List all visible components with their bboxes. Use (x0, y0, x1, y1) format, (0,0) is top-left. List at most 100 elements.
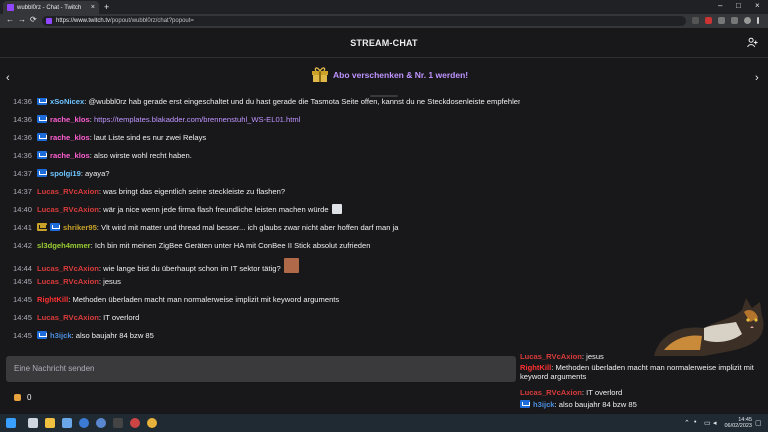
channel-points-value: 0 (27, 393, 32, 402)
banner-text[interactable]: Abo verschenken & Nr. 1 werden! (333, 70, 468, 80)
extension-icon[interactable] (705, 17, 712, 24)
message-username[interactable]: sl3dgeh4mmer (37, 241, 91, 250)
badge-icon[interactable] (37, 151, 48, 159)
chat-message: 14:36 rache_klos: laut Liste sind es nur … (13, 132, 206, 144)
message-text: : laut Liste sind es nur zwei Relays (89, 133, 207, 142)
message-username[interactable]: rache_klos (50, 151, 90, 160)
banner-prev-button[interactable]: ‹ (6, 72, 10, 84)
chat-header: STREAM-CHAT (0, 28, 768, 58)
obs-icon[interactable] (130, 418, 140, 428)
gift-sub-banner: ‹ Abo verschenken & Nr. 1 werden! › (0, 58, 768, 98)
chat-message-list: 14:36 xSoNicex: @wubbl0rz hab gerade erst… (0, 98, 520, 352)
overlay-text: : also baujahr 84 bzw 85 (554, 400, 637, 409)
message-text: : IT overlord (98, 313, 140, 322)
chat-message: 14:37 spolgi19: ayaya? (13, 168, 110, 180)
badge-icon[interactable] (37, 169, 48, 177)
message-username[interactable]: rache_klos (50, 133, 90, 142)
back-button[interactable]: ← (6, 15, 14, 24)
overlay-text: : jesus (581, 352, 604, 361)
taskbar-clock[interactable]: 14:45 06/02/2023 (724, 417, 752, 429)
minimize-button[interactable]: – (718, 1, 722, 10)
message-username[interactable]: Lucas_RVcAxion (37, 313, 99, 322)
badge-icon (520, 400, 530, 408)
badge-icon[interactable] (37, 133, 48, 141)
badge-icon[interactable] (37, 331, 48, 339)
message-text: : jesus (98, 277, 121, 286)
robot-emote-icon[interactable] (331, 204, 342, 214)
message-username[interactable]: RightKill (37, 295, 68, 304)
chat-message: 14:36 rache_klos: https://templates.blaka… (13, 114, 300, 126)
message-username[interactable]: Lucas_RVcAxion (37, 264, 99, 273)
overlay-username: Lucas_RVcAxion (520, 352, 582, 361)
tray-volume-icon[interactable]: ◂ (713, 419, 717, 427)
browser-tab-bar: wubbl0rz - Chat - Twitch × + – □ × (0, 0, 768, 14)
chat-message: 14:36 xSoNicex: @wubbl0rz hab gerade erst… (13, 98, 520, 108)
banner-next-button[interactable]: › (755, 72, 759, 84)
close-window-button[interactable]: × (755, 1, 760, 10)
message-username[interactable]: shriker95 (63, 223, 97, 232)
message-timestamp: 14:37 (13, 187, 33, 196)
message-username[interactable]: spolgi19 (50, 169, 81, 178)
message-timestamp: 14:45 (13, 331, 33, 340)
address-bar[interactable]: https://www.twitch.tv/popout/wubbl0rz/ch… (42, 16, 686, 26)
cat-image (654, 298, 764, 356)
message-username[interactable]: Lucas_RVcAxion (37, 187, 99, 196)
message-timestamp: 14:36 (13, 98, 33, 106)
message-username[interactable]: rache_klos (50, 115, 90, 124)
terminal-icon[interactable] (113, 418, 123, 428)
sidebar-icon[interactable] (731, 17, 738, 24)
overlay-message: RightKill: Methoden überladen macht man … (520, 363, 764, 381)
chrome-icon[interactable] (147, 418, 157, 428)
maximize-button[interactable]: □ (736, 1, 741, 10)
message-link[interactable]: https://templates.blakadder.com/brennens… (94, 115, 300, 124)
message-text: : also baujahr 84 bzw 85 (71, 331, 154, 340)
puzzle-icon[interactable] (718, 17, 725, 24)
message-timestamp: 14:36 (13, 115, 33, 124)
windows-start-icon[interactable] (6, 418, 16, 428)
face-emote-icon[interactable] (283, 258, 299, 273)
message-text: : Ich bin mit meinen ZigBee Geräten unte… (90, 241, 371, 250)
message-username[interactable]: Lucas_RVcAxion (37, 277, 99, 286)
file-explorer-icon[interactable] (45, 418, 55, 428)
taskbar: ⌃ • ▭ ◂ 14:45 06/02/2023 ▢ (0, 414, 768, 432)
message-timestamp: 14:41 (13, 223, 33, 232)
browser-tab[interactable]: wubbl0rz - Chat - Twitch × (3, 1, 99, 14)
badge-icon[interactable] (50, 223, 61, 231)
chat-message: 14:36 rache_klos: also wirste wohl recht … (13, 150, 192, 162)
search-icon[interactable] (28, 418, 38, 428)
message-text: : wie lange bist du überhaupt schon im I… (98, 264, 281, 273)
app-icon[interactable] (96, 418, 106, 428)
sub-badge-icon[interactable] (37, 223, 48, 231)
channel-points[interactable]: 0 (14, 393, 31, 402)
reload-button[interactable]: ⟳ (30, 15, 37, 24)
chat-message: 14:45 h3ijck: also baujahr 84 bzw 85 (13, 330, 154, 342)
screen: wubbl0rz - Chat - Twitch × + – □ × ← → ⟳… (0, 0, 768, 432)
message-timestamp: 14:37 (13, 169, 33, 178)
message-username[interactable]: xSoNicex (50, 98, 84, 106)
tab-title: wubbl0rz - Chat - Twitch (17, 4, 82, 11)
message-username[interactable]: h3ijck (50, 331, 72, 340)
chat-message: 14:44 Lucas_RVcAxion: wie lange bist du ü… (13, 258, 299, 273)
address-toolbar: ← → ⟳ https://www.twitch.tv/popout/wubbl… (0, 14, 768, 28)
close-tab-icon[interactable]: × (91, 4, 95, 11)
edge-icon[interactable] (79, 418, 89, 428)
tray-network-icon[interactable]: ▭ (704, 419, 711, 427)
badge-icon[interactable] (37, 98, 48, 105)
message-timestamp: 14:45 (13, 295, 33, 304)
message-text: : @wubbl0rz hab gerade erst eingeschalte… (84, 98, 520, 106)
badge-icon[interactable] (37, 115, 48, 123)
tray-mic-icon[interactable]: • (694, 419, 696, 426)
profile-icon[interactable] (744, 17, 751, 24)
message-text: : Vlt wird mit matter und thread mal bes… (96, 223, 399, 232)
tray-chevron-icon[interactable]: ⌃ (684, 419, 690, 427)
extension-icon[interactable] (692, 17, 699, 24)
store-icon[interactable] (62, 418, 72, 428)
new-tab-button[interactable]: + (104, 2, 109, 12)
users-icon[interactable] (747, 37, 758, 48)
forward-button[interactable]: → (18, 15, 26, 24)
menu-icon[interactable] (757, 17, 759, 24)
message-username[interactable]: Lucas_RVcAxion (37, 205, 99, 214)
notification-icon[interactable]: ▢ (755, 419, 762, 427)
chat-input[interactable]: Eine Nachricht senden (6, 356, 516, 382)
chat-message: 14:45 RightKill: Methoden überladen macht… (13, 294, 339, 306)
